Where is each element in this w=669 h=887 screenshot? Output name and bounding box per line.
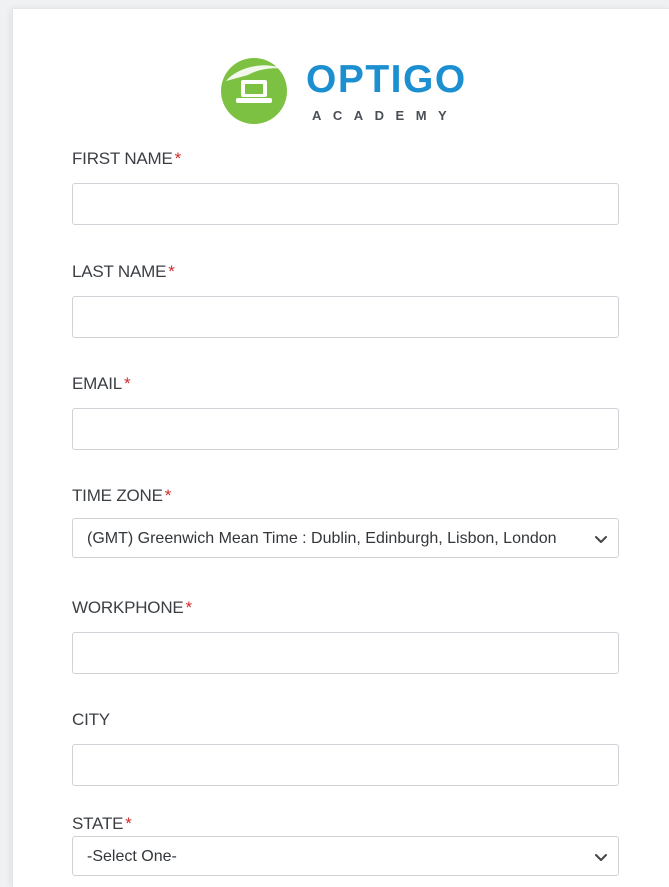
- required-marker: *: [185, 598, 193, 617]
- required-marker: *: [174, 149, 182, 168]
- state-label: STATE *: [72, 814, 619, 834]
- city-input[interactable]: [72, 744, 619, 786]
- time-zone-selected-value: (GMT) Greenwich Mean Time : Dublin, Edin…: [87, 530, 557, 547]
- logo-subtitle: ACADEMY: [312, 108, 459, 123]
- workphone-input[interactable]: [72, 632, 619, 674]
- email-label-text: EMAIL: [72, 374, 123, 393]
- registration-card: OPTIGO ACADEMY FIRST NAME * LAST NAME * EM…: [12, 8, 669, 887]
- required-marker: *: [168, 262, 175, 281]
- city-label-text: CITY: [72, 710, 110, 729]
- state-selected-value: -Select One-: [87, 848, 177, 865]
- state-select[interactable]: -Select One-: [72, 836, 619, 876]
- email-group: EMAIL *: [72, 374, 619, 450]
- workphone-group: WORKPHONE *: [72, 598, 619, 674]
- time-zone-label-text: TIME ZONE: [72, 486, 163, 505]
- required-marker: *: [125, 814, 132, 833]
- workphone-label: WORKPHONE *: [72, 598, 619, 618]
- time-zone-label: TIME ZONE *: [72, 486, 619, 506]
- workphone-label-text: WORKPHONE: [72, 598, 184, 617]
- logo-title: OPTIGO: [306, 58, 467, 101]
- chevron-down-icon: [595, 536, 607, 543]
- email-input[interactable]: [72, 408, 619, 450]
- last-name-label-text: LAST NAME: [72, 262, 167, 281]
- first-name-label: FIRST NAME *: [72, 149, 619, 169]
- state-label-text: STATE: [72, 814, 124, 833]
- time-zone-select[interactable]: (GMT) Greenwich Mean Time : Dublin, Edin…: [72, 518, 619, 558]
- optigo-academy-logo: OPTIGO ACADEMY: [218, 53, 488, 125]
- last-name-input[interactable]: [72, 296, 619, 338]
- time-zone-group: TIME ZONE * (GMT) Greenwich Mean Time : D…: [72, 486, 619, 558]
- city-group: CITY: [72, 710, 619, 786]
- last-name-group: LAST NAME *: [72, 262, 619, 338]
- first-name-group: FIRST NAME *: [72, 149, 619, 225]
- chevron-down-icon: [595, 854, 607, 861]
- first-name-input[interactable]: [72, 183, 619, 225]
- last-name-label: LAST NAME *: [72, 262, 619, 282]
- first-name-label-text: FIRST NAME: [72, 149, 173, 168]
- email-label: EMAIL *: [72, 374, 619, 394]
- required-marker: *: [124, 374, 131, 393]
- required-marker: *: [164, 486, 172, 505]
- state-group: STATE * -Select One-: [72, 814, 619, 876]
- city-label: CITY: [72, 710, 619, 730]
- laptop-logo-icon: [221, 58, 287, 124]
